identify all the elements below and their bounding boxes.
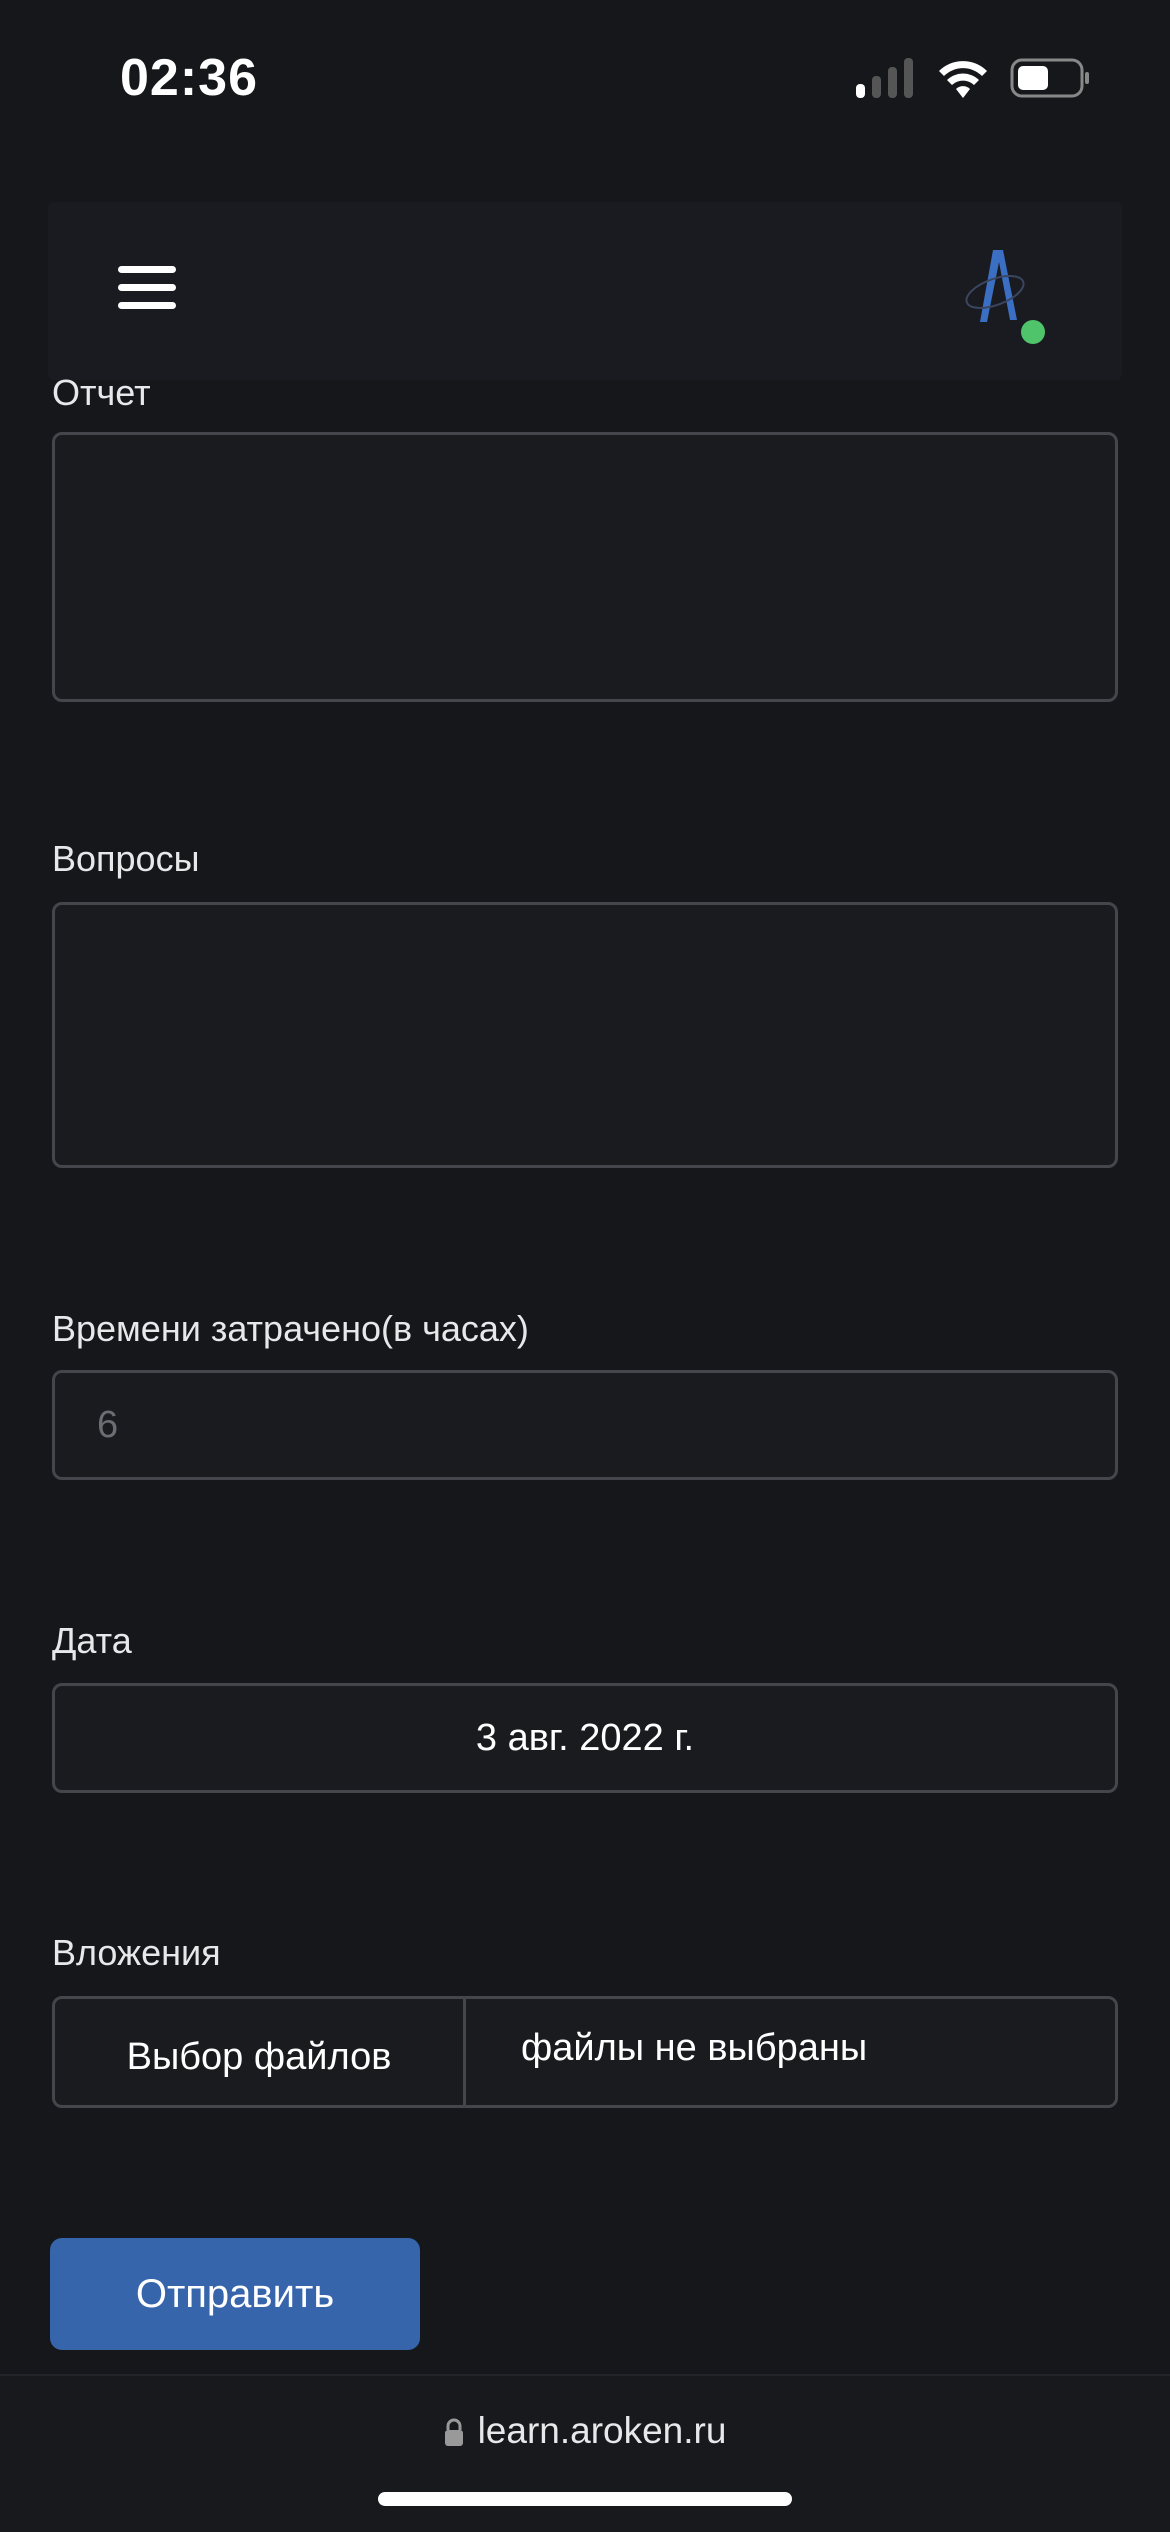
- address-bar[interactable]: learn.aroken.ru: [0, 2410, 1170, 2452]
- date-value: 3 авг. 2022 г.: [475, 1716, 695, 1759]
- battery-icon: [1010, 58, 1089, 98]
- choose-files-button[interactable]: Выбор файлов: [55, 1999, 466, 2105]
- time-spent-placeholder: 6: [97, 1403, 119, 1446]
- choose-files-label: Выбор файлов: [126, 2035, 392, 2078]
- report-textarea[interactable]: [52, 432, 1118, 702]
- date-input[interactable]: 3 авг. 2022 г.: [52, 1683, 1118, 1793]
- wifi-icon: [939, 61, 987, 98]
- time-spent-label: Времени затрачено(в часах): [52, 1308, 529, 1349]
- home-indicator[interactable]: [378, 2492, 792, 2506]
- status-time: 02:36: [120, 49, 258, 107]
- browser-bottom-bar: [0, 2374, 1170, 2532]
- no-files-status: файлы не выбраны: [521, 2026, 868, 2069]
- url-text: learn.aroken.ru: [477, 2410, 727, 2451]
- report-label: Отчет: [52, 372, 151, 413]
- submit-button[interactable]: Отправить: [50, 2238, 420, 2350]
- time-spent-input[interactable]: 6: [52, 1370, 1118, 1480]
- lock-icon: [444, 2418, 463, 2446]
- questions-textarea[interactable]: [52, 902, 1118, 1168]
- file-input[interactable]: Выбор файлов файлы не выбраны: [52, 1996, 1118, 2108]
- attachments-label: Вложения: [52, 1932, 221, 1973]
- cellular-signal-icon: [856, 58, 913, 98]
- date-label: Дата: [52, 1620, 132, 1661]
- questions-label: Вопросы: [52, 838, 200, 879]
- hamburger-menu-icon[interactable]: [118, 266, 176, 310]
- site-logo-avatar[interactable]: [955, 250, 1045, 345]
